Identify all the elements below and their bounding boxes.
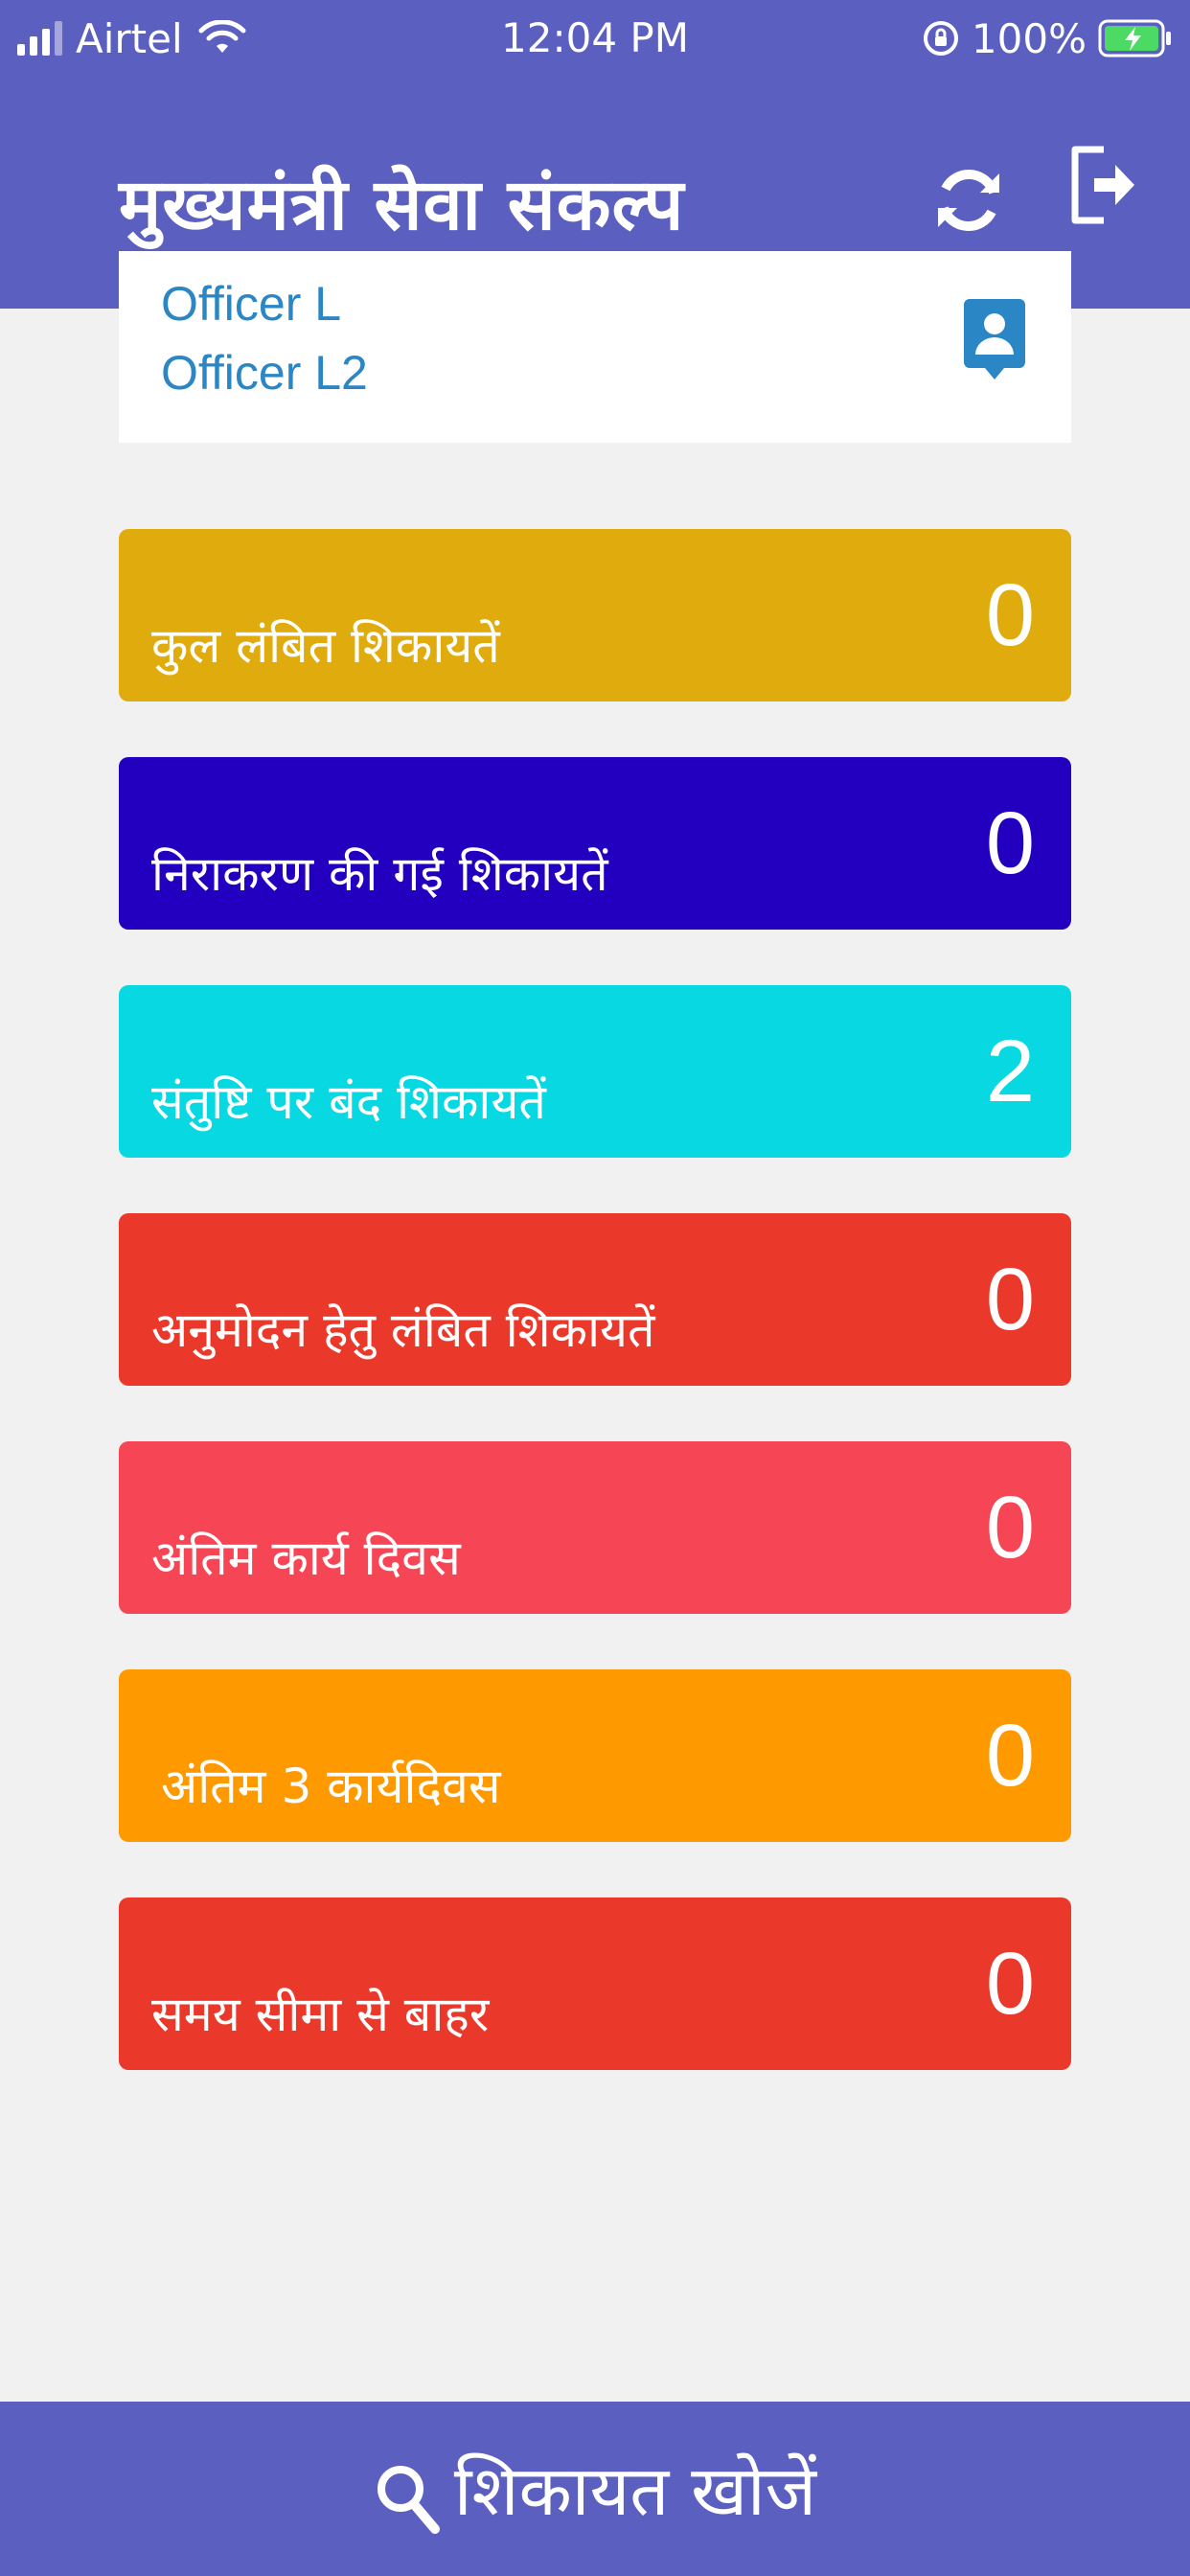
contact-icon bbox=[964, 299, 1025, 380]
battery-charging-icon bbox=[1098, 19, 1171, 58]
logout-button[interactable] bbox=[1064, 142, 1140, 228]
logout-icon bbox=[1071, 146, 1134, 224]
app-title: मुख्यमंत्री सेवा संकल्प bbox=[119, 164, 685, 246]
search-icon bbox=[377, 2466, 440, 2534]
stat-card-total-pending[interactable]: कुल लंबित शिकायतें 0 bbox=[119, 529, 1071, 702]
stat-label: संतुष्टि पर बंद शिकायतें bbox=[151, 1074, 546, 1130]
stat-count: 0 bbox=[985, 1479, 1035, 1576]
user-name: Officer L bbox=[161, 277, 342, 331]
user-role: Officer L2 bbox=[161, 346, 368, 400]
stat-count: 0 bbox=[985, 1935, 1035, 2033]
stat-count: 0 bbox=[985, 794, 1035, 892]
profile-button[interactable] bbox=[962, 297, 1039, 393]
stat-count: 0 bbox=[985, 1251, 1035, 1348]
stat-label: समय सीमा से बाहर bbox=[151, 1987, 490, 2042]
stat-card-out-of-time-limit[interactable]: समय सीमा से बाहर 0 bbox=[119, 1898, 1071, 2070]
stat-label: अंतिम 3 कार्यदिवस bbox=[161, 1759, 501, 1814]
stat-card-closed-satisfied[interactable]: संतुष्टि पर बंद शिकायतें 2 bbox=[119, 985, 1071, 1158]
stat-card-resolved[interactable]: निराकरण की गई शिकायतें 0 bbox=[119, 757, 1071, 930]
status-bar: Airtel 12:04 PM 100% bbox=[0, 0, 1190, 77]
stat-label: कुल लंबित शिकायतें bbox=[151, 618, 500, 674]
search-complaints-label: शिकायत खोजें bbox=[453, 2450, 817, 2531]
search-complaints-button[interactable]: शिकायत खोजें bbox=[0, 2402, 1190, 2576]
stat-count: 0 bbox=[985, 566, 1035, 664]
refresh-button[interactable] bbox=[927, 159, 1010, 242]
stat-card-last-working-day[interactable]: अंतिम कार्य दिवस 0 bbox=[119, 1441, 1071, 1614]
battery-percentage: 100% bbox=[971, 14, 1087, 62]
stat-count: 0 bbox=[985, 1707, 1035, 1805]
rotation-lock-icon bbox=[923, 21, 958, 56]
stat-label: अंतिम कार्य दिवस bbox=[151, 1530, 461, 1586]
stat-card-last-3-working-days[interactable]: अंतिम 3 कार्यदिवस 0 bbox=[119, 1669, 1071, 1842]
user-card: Officer L Officer L2 bbox=[119, 251, 1071, 443]
stat-card-pending-approval[interactable]: अनुमोदन हेतु लंबित शिकायतें 0 bbox=[119, 1213, 1071, 1386]
stat-label: अनुमोदन हेतु लंबित शिकायतें bbox=[151, 1302, 655, 1358]
stat-count: 2 bbox=[985, 1023, 1035, 1120]
stat-label: निराकरण की गई शिकायतें bbox=[151, 846, 608, 902]
status-right: 100% bbox=[922, 10, 1173, 67]
refresh-icon bbox=[938, 169, 999, 232]
